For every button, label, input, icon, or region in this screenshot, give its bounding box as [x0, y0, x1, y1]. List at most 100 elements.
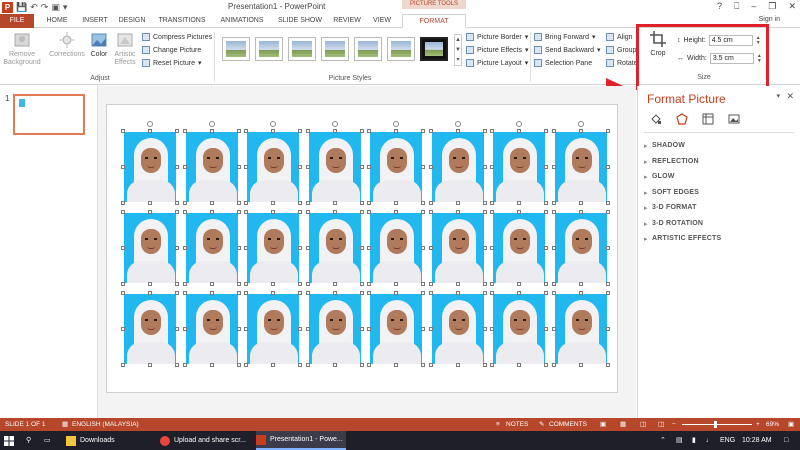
- tab-format[interactable]: FORMAT: [402, 14, 466, 28]
- resize-handle[interactable]: [482, 363, 487, 367]
- resize-handle[interactable]: [428, 165, 433, 169]
- restore-icon[interactable]: ❐: [768, 1, 776, 12]
- resize-handle[interactable]: [305, 363, 310, 367]
- customize-qat-icon[interactable]: ▾: [63, 1, 68, 13]
- proofing-icon[interactable]: ▦: [62, 418, 68, 431]
- group-button[interactable]: Group: [606, 46, 636, 54]
- passport-photo[interactable]: [553, 293, 608, 365]
- picture-style-thumbnail[interactable]: [387, 37, 415, 61]
- align-button[interactable]: Align: [606, 33, 633, 41]
- resize-handle[interactable]: [209, 291, 214, 295]
- resize-handle[interactable]: [367, 129, 371, 133]
- picture-border-dropdown-icon[interactable]: ▾: [525, 33, 529, 41]
- resize-handle[interactable]: [490, 201, 494, 205]
- resize-handle[interactable]: [551, 129, 556, 133]
- resize-handle[interactable]: [421, 129, 425, 133]
- rotation-handle[interactable]: [331, 121, 338, 127]
- resize-handle[interactable]: [482, 165, 487, 169]
- resize-handle[interactable]: [605, 327, 610, 331]
- input-language[interactable]: ENG: [720, 431, 735, 450]
- resize-handle[interactable]: [544, 210, 548, 214]
- resize-handle[interactable]: [244, 327, 248, 331]
- resize-handle[interactable]: [605, 246, 610, 250]
- resize-handle[interactable]: [482, 282, 487, 286]
- resize-handle[interactable]: [121, 282, 125, 286]
- resize-handle[interactable]: [367, 363, 371, 367]
- resize-handle[interactable]: [236, 327, 241, 331]
- resize-handle[interactable]: [490, 291, 494, 295]
- resize-handle[interactable]: [271, 129, 275, 133]
- tray-chevron-icon[interactable]: ⌃: [660, 431, 666, 450]
- taskbar-downloads[interactable]: Downloads: [66, 431, 156, 450]
- resize-handle[interactable]: [244, 246, 248, 250]
- gallery-scroll[interactable]: ▲ ▼ ▾: [454, 34, 462, 66]
- resize-handle[interactable]: [298, 291, 302, 295]
- resize-handle[interactable]: [428, 327, 433, 331]
- resize-handle[interactable]: [359, 201, 364, 205]
- resize-handle[interactable]: [332, 210, 337, 214]
- resize-handle[interactable]: [428, 201, 433, 205]
- resize-handle[interactable]: [244, 282, 248, 286]
- save-icon[interactable]: 💾: [16, 1, 27, 13]
- reset-picture-button[interactable]: Reset Picture ▾: [142, 59, 202, 67]
- resize-handle[interactable]: [394, 291, 398, 295]
- slide-thumbnail[interactable]: [13, 94, 85, 135]
- resize-handle[interactable]: [544, 363, 548, 367]
- resize-handle[interactable]: [271, 210, 275, 214]
- resize-handle[interactable]: [298, 165, 302, 169]
- height-spinner[interactable]: ▲ ▼: [756, 35, 762, 46]
- resize-handle[interactable]: [517, 282, 521, 286]
- resize-handle[interactable]: [121, 129, 125, 133]
- passport-photo[interactable]: [184, 293, 239, 365]
- resize-handle[interactable]: [175, 363, 179, 367]
- resize-handle[interactable]: [551, 282, 556, 286]
- bring-forward-dropdown-icon[interactable]: ▾: [592, 33, 596, 41]
- resize-handle[interactable]: [367, 282, 371, 286]
- resize-handle[interactable]: [455, 129, 460, 133]
- width-spinner[interactable]: ▲ ▼: [757, 53, 763, 64]
- resize-handle[interactable]: [421, 291, 425, 295]
- resize-handle[interactable]: [605, 201, 610, 205]
- resize-handle[interactable]: [332, 291, 337, 295]
- resize-handle[interactable]: [394, 363, 398, 367]
- passport-photo[interactable]: [246, 131, 300, 203]
- start-button[interactable]: [4, 431, 14, 450]
- battery-icon[interactable]: ▮: [692, 431, 696, 450]
- picture-icon[interactable]: [728, 113, 740, 125]
- remove-background-button[interactable]: Remove Background: [2, 31, 42, 67]
- resize-handle[interactable]: [236, 210, 241, 214]
- resize-handle[interactable]: [551, 246, 556, 250]
- resize-handle[interactable]: [244, 363, 248, 367]
- pane-section-artistic-effects[interactable]: ARTISTIC EFFECTS: [644, 235, 721, 243]
- resize-handle[interactable]: [578, 291, 583, 295]
- resize-handle[interactable]: [244, 291, 248, 295]
- resize-handle[interactable]: [121, 246, 125, 250]
- passport-photo[interactable]: [246, 293, 300, 365]
- passport-photo[interactable]: [123, 212, 177, 284]
- picture-effects-dropdown-icon[interactable]: ▾: [525, 46, 529, 54]
- rotation-handle[interactable]: [577, 121, 584, 127]
- resize-handle[interactable]: [359, 291, 364, 295]
- resize-handle[interactable]: [544, 327, 548, 331]
- passport-photo[interactable]: [430, 212, 485, 284]
- resize-handle[interactable]: [182, 291, 187, 295]
- resize-handle[interactable]: [332, 201, 337, 205]
- resize-handle[interactable]: [271, 282, 275, 286]
- resize-handle[interactable]: [298, 210, 302, 214]
- resize-handle[interactable]: [421, 282, 425, 286]
- resize-handle[interactable]: [244, 201, 248, 205]
- tab-design[interactable]: DESIGN: [114, 14, 150, 28]
- picture-style-thumbnail[interactable]: [420, 37, 448, 61]
- resize-handle[interactable]: [517, 210, 521, 214]
- resize-handle[interactable]: [578, 129, 583, 133]
- reset-picture-dropdown-icon[interactable]: ▾: [198, 59, 202, 67]
- resize-handle[interactable]: [551, 291, 556, 295]
- picture-style-thumbnail[interactable]: [255, 37, 283, 61]
- passport-photo[interactable]: [492, 293, 546, 365]
- resize-handle[interactable]: [332, 129, 337, 133]
- resize-handle[interactable]: [394, 201, 398, 205]
- passport-photo[interactable]: [123, 293, 177, 365]
- resize-handle[interactable]: [359, 129, 364, 133]
- slide[interactable]: [106, 104, 618, 393]
- resize-handle[interactable]: [551, 327, 556, 331]
